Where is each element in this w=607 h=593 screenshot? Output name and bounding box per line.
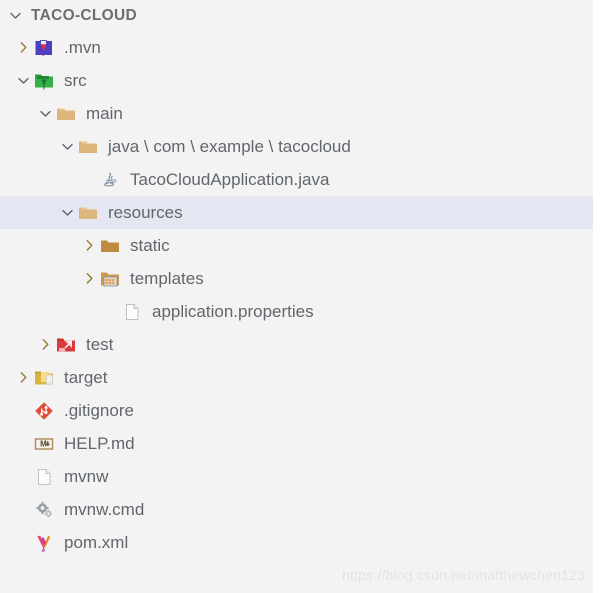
chevron-down-icon[interactable] — [58, 137, 77, 156]
tree-item-target[interactable]: target — [0, 361, 593, 394]
tree-item-label: test — [86, 335, 114, 354]
folder-open-icon — [77, 136, 99, 158]
tree-item-label: src — [64, 71, 87, 90]
tree-item-label: mvnw.cmd — [64, 500, 145, 519]
tree-item-label: mvnw — [64, 467, 109, 486]
gear-icon — [33, 499, 55, 521]
tree-item-main[interactable]: main — [0, 97, 593, 130]
twisty-placeholder — [14, 401, 33, 420]
java-icon — [99, 169, 121, 191]
tree-item-test[interactable]: test — [0, 328, 593, 361]
tree-item-mvnw-cmd[interactable]: mvnw.cmd — [0, 493, 593, 526]
tree-item-label: templates — [130, 269, 204, 288]
tree-item-resources[interactable]: resources — [0, 196, 593, 229]
tree-item-src[interactable]: src — [0, 64, 593, 97]
folder-target-icon — [33, 367, 55, 389]
folder-open-icon — [77, 202, 99, 224]
tree-item-mvnw[interactable]: mvnw — [0, 460, 593, 493]
file-blank-icon — [33, 466, 55, 488]
chevron-right-icon[interactable] — [80, 269, 99, 288]
twisty-placeholder — [80, 170, 99, 189]
tree-item-label: TacoCloudApplication.java — [130, 170, 330, 189]
page-title: TACO-CLOUD — [31, 6, 138, 24]
tree-item-mvn[interactable]: .mvn — [0, 31, 593, 64]
chevron-down-icon[interactable] — [36, 104, 55, 123]
chevron-down-icon[interactable] — [14, 71, 33, 90]
folder-test-icon — [55, 334, 77, 356]
tree-item-tacocloudapplication-java[interactable]: TacoCloudApplication.java — [0, 163, 593, 196]
tree-item-static[interactable]: static — [0, 229, 593, 262]
tree-item-help-md[interactable]: M HELP.md — [0, 427, 593, 460]
tree-item-label: .mvn — [64, 38, 101, 57]
explorer-root-title-row[interactable]: TACO-CLOUD — [0, 0, 593, 31]
tree-item-java-com-example-tacocloud[interactable]: java \ com \ example \ tacocloud — [0, 130, 593, 163]
maven-icon — [33, 532, 55, 554]
tree-item-label: HELP.md — [64, 434, 135, 453]
twisty-placeholder — [14, 533, 33, 552]
folder-src-icon — [33, 70, 55, 92]
folder-open-icon — [55, 103, 77, 125]
twisty-placeholder — [14, 500, 33, 519]
tree-item-application-properties[interactable]: application.properties — [0, 295, 593, 328]
tree-item-gitignore[interactable]: .gitignore — [0, 394, 593, 427]
folder-mvn-icon — [33, 37, 55, 59]
chevron-down-icon[interactable] — [6, 6, 25, 25]
folder-static-icon — [99, 235, 121, 257]
tree-item-label: target — [64, 368, 108, 387]
git-icon — [33, 400, 55, 422]
twisty-placeholder — [102, 302, 121, 321]
tree-item-pom-xml[interactable]: pom.xml — [0, 526, 593, 559]
folder-templates-icon — [99, 268, 121, 290]
tree-item-label: java \ com \ example \ tacocloud — [108, 137, 351, 156]
tree-item-label: application.properties — [152, 302, 314, 321]
chevron-right-icon[interactable] — [80, 236, 99, 255]
chevron-right-icon[interactable] — [14, 368, 33, 387]
tree-item-templates[interactable]: templates — [0, 262, 593, 295]
chevron-right-icon[interactable] — [36, 335, 55, 354]
chevron-right-icon[interactable] — [14, 38, 33, 57]
tree-item-label: resources — [108, 203, 183, 222]
tree-item-label: .gitignore — [64, 401, 134, 420]
file-explorer-panel: TACO-CLOUD .mvn src main java \ com \ examp… — [0, 0, 593, 593]
twisty-placeholder — [14, 467, 33, 486]
tree-item-label: pom.xml — [64, 533, 129, 552]
file-blank-icon — [121, 301, 143, 323]
tree-item-label: main — [86, 104, 123, 123]
twisty-placeholder — [14, 434, 33, 453]
markdown-icon: M — [33, 433, 55, 455]
tree-item-label: static — [130, 236, 170, 255]
chevron-down-icon[interactable] — [58, 203, 77, 222]
watermark-text: https://blog.csdn.net/matthewchen123 — [341, 567, 585, 583]
